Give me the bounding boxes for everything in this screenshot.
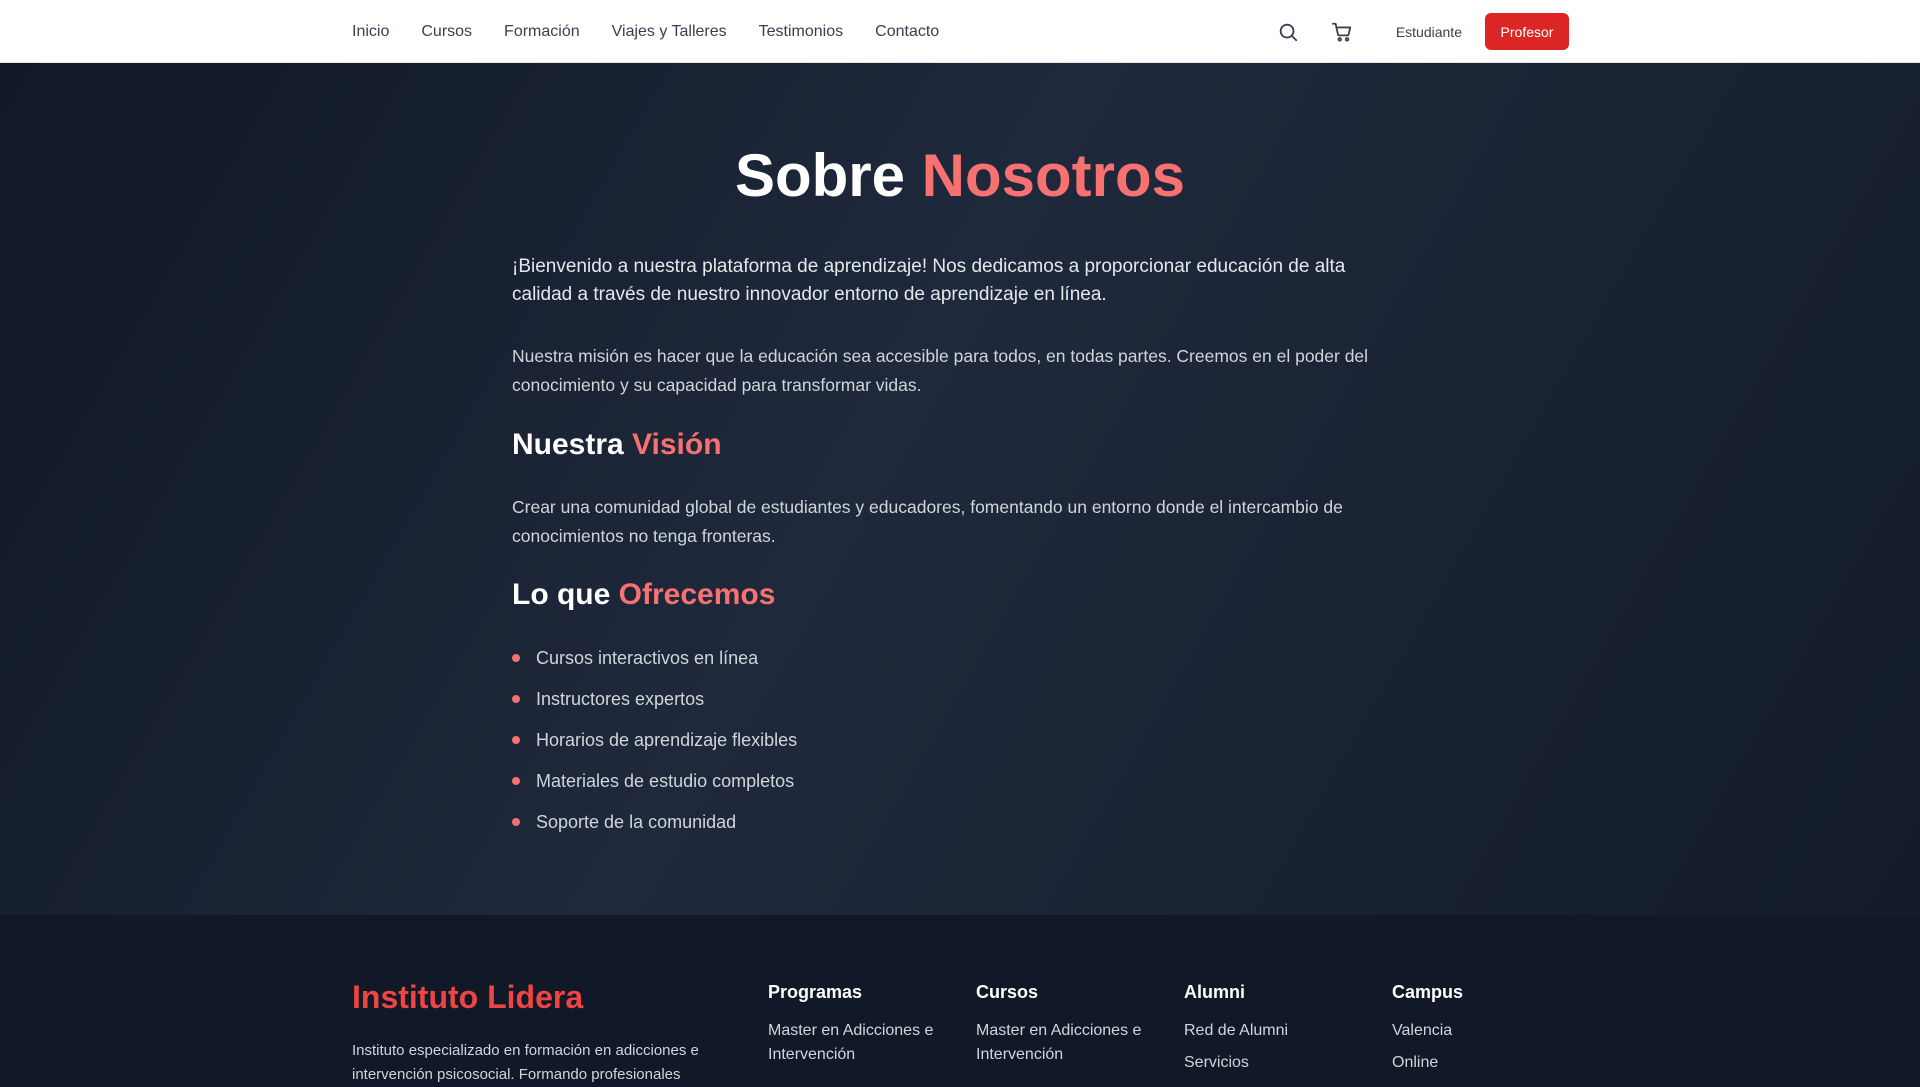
page-title: Sobre Nosotros (512, 141, 1408, 210)
list-item: Horarios de aprendizaje flexibles (512, 723, 797, 764)
nav-testimonios[interactable]: Testimonios (759, 23, 843, 41)
footer-link[interactable]: Servicios (1184, 1051, 1374, 1075)
vision-heading-accent: Visión (632, 428, 722, 461)
cart-button[interactable] (1326, 16, 1358, 48)
offer-heading: Lo que Ofrecemos (512, 578, 775, 612)
footer-link[interactable]: Online (1392, 1051, 1582, 1075)
vision-paragraph: Crear una comunidad global de estudiante… (512, 497, 1343, 546)
search-icon (1279, 23, 1297, 41)
teacher-login-button[interactable]: Profesor (1485, 13, 1569, 50)
list-item: Cursos interactivos en línea (512, 641, 797, 682)
nav-cursos[interactable]: Cursos (421, 23, 472, 41)
footer-link[interactable]: Master en Adicciones e Intervención (976, 1019, 1166, 1067)
footer-column-title: Programas (768, 982, 863, 1002)
student-login-link[interactable]: Estudiante (1396, 24, 1462, 40)
footer-link[interactable]: Master en Adicciones e Intervención (768, 1019, 958, 1067)
list-item: Soporte de la comunidad (512, 805, 797, 846)
cart-icon (1331, 22, 1351, 42)
footer-column-title: Campus (1392, 982, 1464, 1002)
footer-brand-logo[interactable]: Instituto Lidera (352, 979, 583, 1016)
footer-link[interactable]: Valencia (1392, 1019, 1582, 1043)
site-footer: Instituto Lidera Instituto especializado… (0, 915, 1920, 1083)
footer-link[interactable]: Red de Alumni (1184, 1019, 1374, 1043)
footer-column-title: Cursos (976, 982, 1039, 1002)
nav-formacion[interactable]: Formación (504, 23, 580, 41)
search-button[interactable] (1272, 16, 1304, 48)
top-navigation-bar: Inicio Cursos Formación Viajes y Tallere… (0, 0, 1920, 63)
footer-column-alumni: Alumni Red de Alumni Servicios (1184, 982, 1374, 1083)
footer-column-cursos: Cursos Master en Adicciones e Intervenci… (976, 982, 1166, 1075)
footer-column-campus: Campus Valencia Online (1392, 982, 1582, 1083)
offer-list: Cursos interactivos en línea Instructore… (512, 641, 797, 846)
vision-heading-main: Nuestra (512, 428, 624, 461)
footer-column-programas: Programas Master en Adicciones e Interve… (768, 982, 958, 1075)
footer-column-title: Alumni (1184, 982, 1245, 1002)
vision-heading: Nuestra Visión (512, 428, 722, 462)
list-item: Instructores expertos (512, 682, 797, 723)
main-nav: Inicio Cursos Formación Viajes y Tallere… (352, 0, 939, 63)
nav-inicio[interactable]: Inicio (352, 23, 389, 41)
list-item: Materiales de estudio completos (512, 764, 797, 805)
nav-contacto[interactable]: Contacto (875, 23, 939, 41)
intro-paragraph: ¡Bienvenido a nuestra plataforma de apre… (512, 256, 1346, 305)
offer-heading-main: Lo que (512, 578, 611, 611)
about-section: Sobre Nosotros ¡Bienvenido a nuestra pla… (0, 63, 1920, 915)
page-title-main: Sobre (734, 142, 905, 209)
page-title-accent: Nosotros (921, 142, 1186, 209)
mission-paragraph: Nuestra misión es hacer que la educación… (512, 346, 1369, 395)
offer-heading-accent: Ofrecemos (618, 578, 776, 611)
nav-viajes-talleres[interactable]: Viajes y Talleres (612, 23, 727, 41)
header-actions: Estudiante Profesor (1272, 0, 1569, 63)
